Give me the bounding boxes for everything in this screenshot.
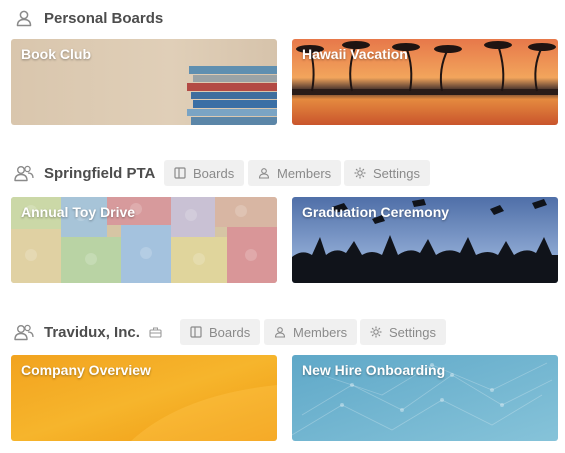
travidux-settings-tab[interactable]: Settings — [360, 319, 446, 345]
gear-icon — [354, 167, 366, 179]
business-class-icon — [149, 326, 162, 339]
board-tile-new-hire-onboarding[interactable]: New Hire Onboarding — [292, 355, 558, 441]
springfield-boards-tab[interactable]: Boards — [164, 160, 245, 186]
travidux-header: Travidux, Inc. — [14, 319, 162, 345]
member-icon — [274, 326, 286, 338]
springfield-pta-header: Springfield PTA — [14, 160, 155, 186]
tab-label: Boards — [193, 165, 235, 181]
travidux-members-tab[interactable]: Members — [264, 319, 358, 345]
section-title: Travidux, Inc. — [44, 323, 140, 341]
tab-label: Members — [277, 165, 332, 181]
team-icon — [14, 322, 34, 342]
board-tile-annual-toy-drive[interactable]: Annual Toy Drive — [11, 197, 277, 283]
tab-label: Settings — [373, 165, 420, 181]
board-title: Graduation Ceremony — [302, 204, 450, 220]
board-title: Company Overview — [21, 362, 151, 378]
board-title: Hawaii Vacation — [302, 46, 408, 62]
board-title: New Hire Onboarding — [302, 362, 446, 378]
springfield-members-tab[interactable]: Members — [248, 160, 342, 186]
board-icon — [174, 167, 186, 179]
team-icon — [14, 163, 34, 183]
board-title: Book Club — [21, 46, 91, 62]
tab-label: Settings — [389, 324, 436, 340]
board-title: Annual Toy Drive — [21, 204, 136, 220]
tab-label: Members — [293, 324, 348, 340]
board-icon — [190, 326, 202, 338]
board-tile-company-overview[interactable]: Company Overview — [11, 355, 277, 441]
member-icon — [258, 167, 270, 179]
personal-boards-header: Personal Boards — [14, 5, 163, 31]
section-title: Personal Boards — [44, 9, 164, 27]
board-tile-hawaii-vacation[interactable]: Hawaii Vacation — [292, 39, 558, 125]
board-tile-book-club[interactable]: Book Club — [11, 39, 277, 125]
section-title: Springfield PTA — [44, 164, 156, 182]
springfield-settings-tab[interactable]: Settings — [344, 160, 430, 186]
gear-icon — [370, 326, 382, 338]
tab-label: Boards — [209, 324, 251, 340]
user-icon — [14, 8, 34, 28]
board-tile-graduation-ceremony[interactable]: Graduation Ceremony — [292, 197, 558, 283]
travidux-boards-tab[interactable]: Boards — [180, 319, 261, 345]
